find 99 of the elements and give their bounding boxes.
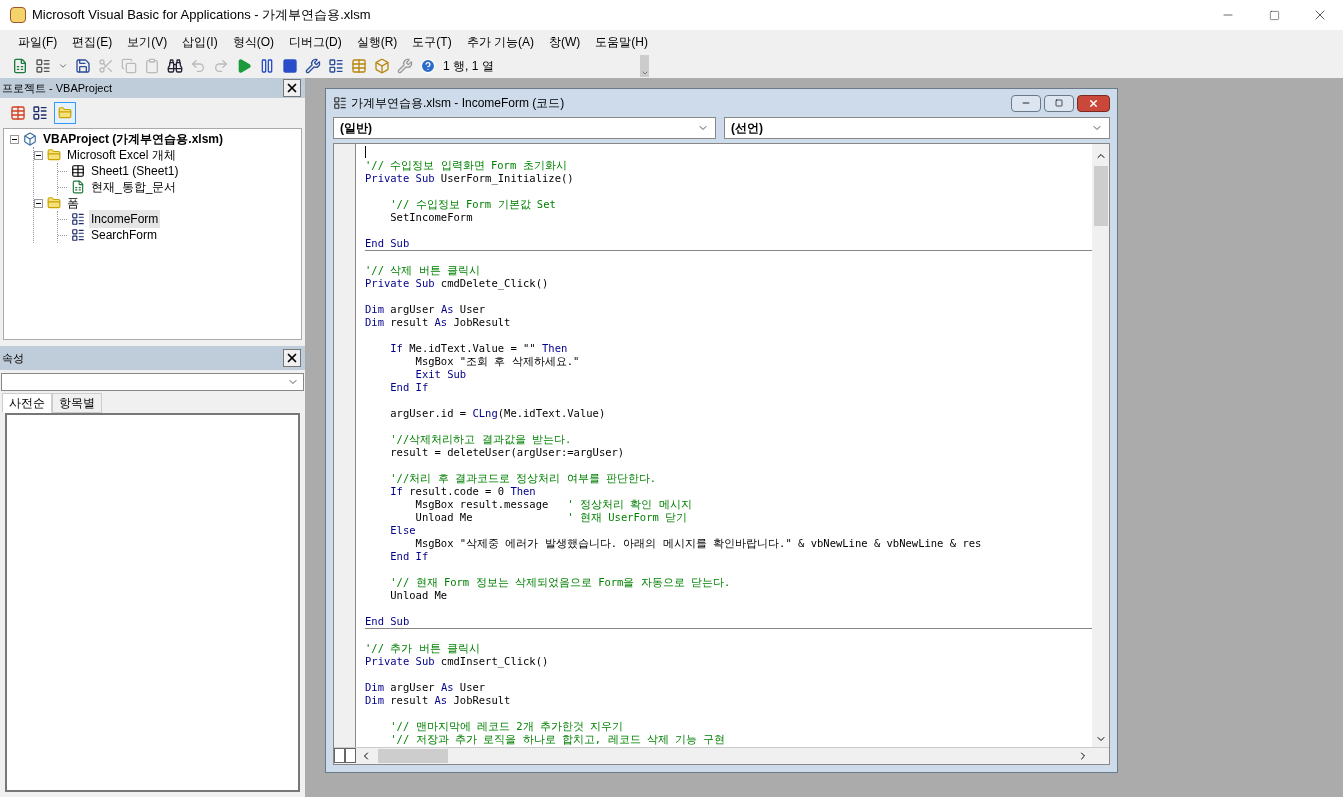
code-line: End Sub: [365, 615, 410, 628]
code-line: '// 저장과 추가 로직을 하나로 합치고, 레코드 삭제 기능 구현: [389, 733, 726, 746]
menu-item[interactable]: 창(W): [549, 33, 581, 51]
pause-icon[interactable]: [259, 58, 275, 74]
code-line: Unload Me ' 현재 UserForm 닫기: [414, 511, 688, 524]
folder-icon: [47, 196, 61, 210]
tree-item[interactable]: VBAProject (가계부연습용.xlsm): [41, 130, 226, 148]
procedure-combo[interactable]: (선언): [724, 117, 1110, 139]
close-button[interactable]: [283, 349, 301, 367]
code-line: MsgBox "삭제중 에러가 발생했습니다. 아래의 메시지를 확인바랍니다." & vbNewLine & vbNewLine & res: [414, 537, 982, 550]
pane-title: 프로젝트 - VBAProject: [2, 80, 113, 96]
project-icon: [23, 132, 37, 146]
maximize-icon: [1268, 9, 1280, 21]
close-icon: [1088, 97, 1099, 109]
code-line: End If: [389, 550, 429, 564]
tree-item[interactable]: 폼: [65, 194, 81, 212]
code-line: '// 맨마지막에 레코드 2개 추가한것 지우기: [389, 720, 624, 733]
tree-item[interactable]: Microsoft Excel 개체: [65, 146, 178, 164]
vertical-scrollbar[interactable]: [1092, 144, 1109, 747]
toggle-folders-button[interactable]: [54, 102, 76, 124]
combo-value: (선언): [731, 120, 763, 137]
tree-item[interactable]: 현재_통합_문서: [89, 178, 179, 196]
menu-item[interactable]: 형식(O): [232, 33, 274, 51]
caret-icon[interactable]: [58, 61, 68, 71]
code-line: MsgBox result.message ' 정상처리 확인 메시지: [414, 498, 692, 511]
code-line: '// 수입정보 입력화면 Form 초기화시: [365, 159, 567, 172]
window-title: Microsoft Visual Basic for Applications - 가계부연습용.xlsm: [32, 6, 371, 25]
menu-item[interactable]: 디버그(D): [289, 33, 342, 51]
code-line: '// 수입정보 Form 기본값 Set: [389, 198, 556, 211]
form-icon: [71, 228, 85, 242]
minimize-button[interactable]: [1011, 94, 1041, 112]
tab[interactable]: 사전순: [2, 393, 52, 413]
menu-item[interactable]: 보기(V): [127, 33, 168, 51]
object-combo[interactable]: (일반): [333, 117, 716, 139]
scrollbar-thumb[interactable]: [378, 749, 448, 763]
save-icon[interactable]: [75, 58, 91, 74]
code-line: argUser.id = CLng(Me.idText.Value): [389, 407, 606, 421]
code-icon: [333, 96, 347, 110]
code-line: Unload Me: [389, 589, 448, 603]
cursor-position: 1 행, 1 열: [443, 58, 495, 75]
help-icon[interactable]: [420, 58, 436, 74]
tree-item[interactable]: Sheet1 (Sheet1): [89, 162, 181, 180]
code-line: Dim result As JobResult: [365, 694, 511, 708]
folder-icon: [58, 106, 72, 120]
menu-item[interactable]: 편집(E): [72, 33, 113, 51]
code-line: Private Sub UserForm_Initialize(): [365, 172, 574, 187]
combo-value: (일반): [340, 120, 372, 137]
code-line: Private Sub cmdDelete_Click(): [365, 277, 549, 292]
pane-title: 속성: [2, 350, 24, 366]
menu-item[interactable]: 파일(F): [18, 33, 58, 51]
code-line: '//처리 후 결과코드로 정상처리 여부를 판단한다.: [389, 472, 657, 485]
code-line: '//삭제처리하고 결과값을 받는다.: [389, 433, 572, 446]
code-line: If Me.idText.Value = "" Then: [389, 342, 568, 355]
app-icon: [10, 7, 26, 23]
folder-icon: [47, 148, 61, 162]
code-line: Dim argUser As User: [365, 303, 486, 316]
code-line: End Sub: [365, 237, 410, 250]
sheet-icon: [71, 164, 85, 178]
close-icon: [285, 351, 299, 365]
binoculars-icon[interactable]: [167, 58, 183, 74]
menu-item[interactable]: 도움말(H): [595, 33, 648, 51]
restore-icon: [1055, 99, 1063, 107]
code-line: Private Sub cmdInsert_Click(): [365, 655, 549, 670]
workbook-icon: [71, 180, 85, 194]
close-button[interactable]: [1077, 94, 1110, 112]
form-icon: [71, 212, 85, 226]
tab[interactable]: 항목별: [52, 393, 102, 413]
code-line: If result.code = 0 Then: [389, 485, 536, 498]
expand-toggle[interactable]: [34, 150, 43, 160]
window-title: 가계부연습용.xlsm - IncomeForm (코드): [351, 95, 565, 112]
close-icon: [285, 81, 299, 95]
code-line: End If: [389, 381, 429, 395]
menu-item[interactable]: 추가 기능(A): [466, 33, 534, 51]
code-line: '// 현재 Form 정보는 삭제되었음으로 Form을 자동으로 닫는다.: [389, 576, 731, 589]
code-line: '// 삭제 버튼 클릭시: [365, 264, 480, 277]
code-line: '// 추가 버튼 클릭시: [365, 642, 480, 655]
code-line: MsgBox "조회 후 삭제하세요.": [414, 355, 580, 368]
expand-toggle[interactable]: [34, 198, 43, 208]
code-line: result = deleteUser(argUser:=argUser): [389, 446, 625, 460]
code-line: Dim result As JobResult: [365, 316, 511, 330]
procedure-view-icon[interactable]: [334, 748, 345, 763]
menu-item[interactable]: 실행(R): [356, 33, 398, 51]
full-module-view-icon[interactable]: [345, 748, 356, 763]
scrollbar-thumb[interactable]: [1093, 166, 1108, 226]
code-line: Exit Sub: [414, 368, 467, 381]
tree-item[interactable]: SearchForm: [89, 226, 160, 244]
code-line: Dim argUser As User: [365, 681, 486, 694]
expand-toggle[interactable]: [10, 134, 19, 144]
code-line: Else: [389, 524, 416, 537]
run-icon[interactable]: [236, 58, 252, 74]
menu-item[interactable]: 도구(T): [412, 33, 452, 51]
restore-button[interactable]: [1044, 94, 1074, 112]
excel-icon[interactable]: [12, 58, 28, 74]
close-button[interactable]: [283, 79, 301, 97]
object-combo[interactable]: [1, 373, 304, 391]
code-line: SetIncomeForm: [389, 211, 473, 225]
menu-item[interactable]: 삽입(I): [182, 33, 218, 51]
stop-icon[interactable]: [282, 58, 298, 74]
tree-item[interactable]: IncomeForm: [89, 210, 161, 228]
